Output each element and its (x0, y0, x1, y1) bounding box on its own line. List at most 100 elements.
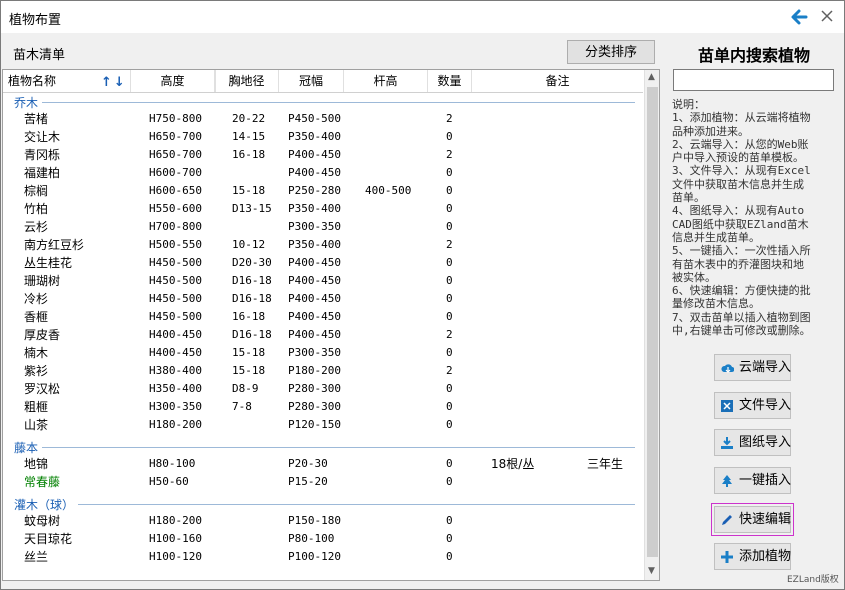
table-row[interactable]: 厚皮香 H400-450 D16-18 P400-450 2 (3, 326, 643, 344)
table-row[interactable]: 丝兰 H100-120 P100-120 0 (3, 548, 643, 566)
search-panel-title: 苗单内搜索植物 (697, 46, 810, 65)
cell-name: 厚皮香 (24, 328, 61, 342)
cell-name: 罗汉松 (24, 382, 61, 396)
table-row[interactable]: 丛生桂花 H450-500 D20-30 P400-450 0 (3, 254, 643, 272)
col-header-dbh[interactable]: 胸地径 (215, 70, 279, 92)
table-row[interactable]: 苦楮 H750-800 20-22 P450-500 2 (3, 110, 643, 128)
close-icon[interactable] (818, 7, 836, 25)
cell-qty: 0 (446, 310, 453, 323)
cell-height: H400-450 (149, 346, 202, 359)
cell-crown: P250-280 (288, 184, 341, 197)
cell-dbh: 15-18 (232, 364, 266, 377)
plus-icon (721, 551, 733, 563)
col-header-note[interactable]: 备注 (472, 70, 643, 92)
cell-name: 冷杉 (24, 292, 49, 306)
table-row[interactable]: 云杉 H700-800 P300-350 0 (3, 218, 643, 236)
cell-name: 天目琼花 (24, 532, 73, 546)
table-row[interactable]: 罗汉松 H350-400 D8-9 P280-300 0 (3, 380, 643, 398)
title-bar: 植物布置 (1, 1, 844, 33)
table-row[interactable]: 棕榈 H600-650 15-18 P250-280 400-500 0 (3, 182, 643, 200)
cell-qty: 2 (446, 364, 453, 377)
cell-crown: P100-120 (288, 550, 341, 563)
cell-name: 南方红豆杉 (24, 238, 85, 252)
table-row[interactable]: 香榧 H450-500 16-18 P400-450 0 (3, 308, 643, 326)
download-action-button[interactable]: 图纸导入 (714, 429, 791, 456)
action-button-label: 快速编辑 (739, 512, 792, 527)
table-row[interactable]: 南方红豆杉 H500-550 10-12 P350-400 2 (3, 236, 643, 254)
cell-qty: 0 (446, 550, 453, 563)
group-header[interactable]: 乔木 (3, 92, 643, 112)
vertical-scrollbar[interactable]: ▲ ▼ (644, 70, 659, 580)
table-row[interactable]: 楠木 H400-450 15-18 P300-350 0 (3, 344, 643, 362)
cell-crown: P280-300 (288, 382, 341, 395)
cell-crown: P280-300 (288, 400, 341, 413)
pencil-action-button[interactable]: 快速编辑 (711, 503, 794, 536)
sort-by-category-button[interactable]: 分类排序 (567, 40, 655, 64)
table-row[interactable]: 地锦 H80-100 P20-30 0 18根/丛 三年生 (3, 455, 643, 473)
action-button-label: 一键插入 (739, 473, 792, 488)
col-header-qty[interactable]: 数量 (428, 70, 472, 92)
col-header-trunk[interactable]: 杆高 (344, 70, 428, 92)
group-label: 灌木（球） (14, 498, 75, 512)
cell-qty: 0 (446, 292, 453, 305)
table-row[interactable]: 粗榧 H300-350 7-8 P280-300 0 (3, 398, 643, 416)
scroll-down-icon[interactable]: ▼ (648, 566, 655, 576)
table-row[interactable]: 珊瑚树 H450-500 D16-18 P400-450 0 (3, 272, 643, 290)
cell-height: H700-800 (149, 220, 202, 233)
cell-crown: P450-500 (288, 112, 341, 125)
table-row[interactable]: 福建柏 H600-700 P400-450 0 (3, 164, 643, 182)
cell-qty: 0 (446, 130, 453, 143)
group-header[interactable]: 藤本 (3, 437, 643, 457)
cell-crown: P180-200 (288, 364, 341, 377)
cell-height: H380-400 (149, 364, 202, 377)
scrollbar-thumb[interactable] (647, 87, 658, 557)
plant-search-input[interactable] (673, 69, 834, 91)
col-header-crown[interactable]: 冠幅 (279, 70, 344, 92)
cell-trunk: 400-500 (365, 184, 412, 197)
cell-height: H80-100 (149, 457, 196, 470)
tree-action-button[interactable]: 一键插入 (714, 467, 791, 494)
cell-crown: P400-450 (288, 310, 341, 323)
cell-name: 蚊母树 (24, 514, 61, 528)
action-button-label: 文件导入 (739, 398, 792, 413)
cell-crown: P400-450 (288, 148, 341, 161)
cell-name: 山茶 (24, 418, 49, 432)
plus-action-button[interactable]: 添加植物 (714, 543, 791, 570)
back-arrow-icon[interactable] (789, 7, 809, 27)
table-row[interactable]: 山茶 H180-200 P120-150 0 (3, 416, 643, 434)
cell-name: 福建柏 (24, 166, 61, 180)
table-row[interactable]: 交让木 H650-700 14-15 P350-400 0 (3, 128, 643, 146)
table-row[interactable]: 蚊母树 H180-200 P150-180 0 (3, 512, 643, 530)
cell-height: H50-60 (149, 475, 189, 488)
col-header-height[interactable]: 高度 (130, 70, 215, 92)
window-title: 植物布置 (9, 13, 62, 28)
cell-crown: P400-450 (288, 166, 341, 179)
cell-qty: 0 (446, 274, 453, 287)
table-row[interactable]: 紫衫 H380-400 15-18 P180-200 2 (3, 362, 643, 380)
sort-arrows-icon[interactable]: ↑↓ (101, 72, 127, 94)
cell-note2: 三年生 (587, 457, 624, 471)
cell-height: H650-700 (149, 130, 202, 143)
table-row[interactable]: 竹柏 H550-600 D13-15 P350-400 0 (3, 200, 643, 218)
cell-name: 香榧 (24, 310, 49, 324)
cell-dbh: D13-15 (232, 202, 272, 215)
scroll-up-icon[interactable]: ▲ (648, 72, 655, 82)
table-row[interactable]: 天目琼花 H100-160 P80-100 0 (3, 530, 643, 548)
plant-list-table[interactable]: 植物名称 ↑↓ 高度 胸地径 冠幅 杆高 数量 备注 乔木 苦楮 H750-800 2… (2, 69, 660, 581)
table-row[interactable]: 常春藤 H50-60 P15-20 0 (3, 473, 643, 491)
group-header[interactable]: 灌木（球） (3, 494, 643, 514)
table-row[interactable]: 青冈栎 H650-700 16-18 P400-450 2 (3, 146, 643, 164)
cell-qty: 0 (446, 400, 453, 413)
cloud-action-button[interactable]: 云端导入 (714, 354, 791, 381)
cell-crown: P300-350 (288, 346, 341, 359)
table-row[interactable]: 冷杉 H450-500 D16-18 P400-450 0 (3, 290, 643, 308)
cell-dbh: 7-8 (232, 400, 252, 413)
cell-crown: P20-30 (288, 457, 328, 470)
cell-dbh: 16-18 (232, 310, 266, 323)
cell-dbh: 10-12 (232, 238, 266, 251)
copyright-text: EZLand版权 (787, 575, 839, 585)
group-divider (42, 447, 635, 448)
excel-action-button[interactable]: 文件导入 (714, 392, 791, 419)
cell-qty: 2 (446, 328, 453, 341)
cell-height: H350-400 (149, 382, 202, 395)
